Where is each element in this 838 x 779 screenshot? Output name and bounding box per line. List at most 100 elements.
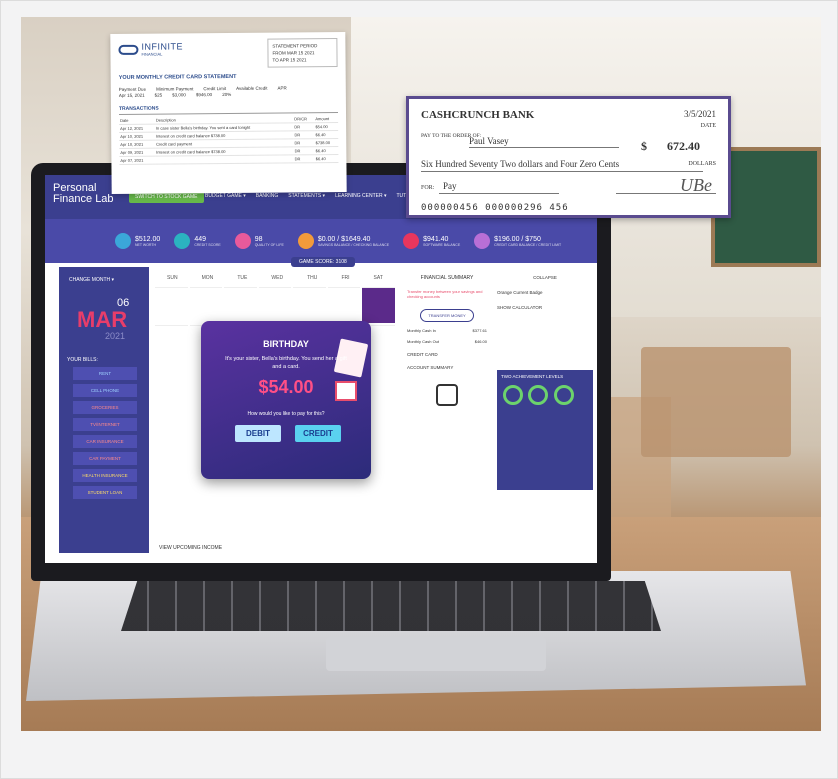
month-sidebar: CHANGE MONTH ▾ 06 MAR 2021 YOUR BILLS: R…: [59, 267, 149, 553]
menu-learning-center[interactable]: LEARNING CENTER ▾: [335, 193, 386, 199]
cash-in-value: $377.61: [472, 328, 487, 333]
menu-banking[interactable]: BANKING: [256, 193, 279, 199]
badge-label: Orange Current Badge: [497, 290, 543, 295]
credit-card-link[interactable]: CREDIT CARD: [407, 352, 487, 357]
view-upcoming-income-link[interactable]: VIEW UPCOMING INCOME: [159, 545, 222, 551]
laptop-lid: Personal Finance Lab SWITCH TO STOCK GAM…: [31, 163, 611, 581]
stat-value: 449: [194, 235, 206, 243]
account-summary-link[interactable]: ACCOUNT SUMMARY: [407, 365, 487, 370]
stat-label: CREDIT CARD BALANCE / CREDIT LIMIT: [494, 242, 562, 247]
achievement-title: TWO ACHIEVEMENT LEVELS: [501, 374, 564, 379]
check-date: 3/5/2021: [683, 109, 716, 119]
calendar-day[interactable]: [189, 287, 223, 323]
calendar-day[interactable]: [155, 287, 188, 323]
summary-value: $25: [154, 92, 163, 98]
calendar-day[interactable]: [293, 287, 326, 323]
summary-value: Apr 15, 2021: [118, 92, 145, 98]
birthday-popup: BIRTHDAY It's your sister, Bella's birth…: [201, 321, 371, 479]
bills-list: RENT CELL PHONE GROCERIES TV/INTERNET CA…: [73, 367, 137, 503]
menu-budget-game[interactable]: BUDGET GAME ▾: [205, 193, 246, 199]
from-label: FROM: [272, 50, 286, 56]
stat-credit-card: $196.00 / $750 CREDIT CARD BALANCE / CRED…: [474, 233, 561, 249]
gift-icon: [335, 381, 357, 401]
bill-student-loan[interactable]: STUDENT LOAN: [73, 486, 137, 499]
stat-label: NET WORTH: [135, 242, 157, 247]
popup-title: BIRTHDAY: [263, 339, 309, 349]
collapse-button[interactable]: COLLAPSE: [497, 275, 593, 280]
calendar-day[interactable]: [155, 325, 188, 361]
payee-line: [469, 147, 619, 148]
show-calculator-button[interactable]: SHOW CALCULATOR: [497, 305, 593, 310]
stat-label: SAVINGS BALANCE / CHECKING BALANCE: [317, 242, 390, 247]
credit-card-icon: [474, 233, 491, 249]
check-amount: 672.40: [667, 139, 700, 153]
payee-name: Paul Vasey: [469, 136, 509, 146]
stat-net-worth: $512.00 NET WORTH: [115, 233, 160, 249]
quality-of-life-icon: [234, 233, 251, 249]
micr-line: 000000456 000000296 456: [421, 203, 569, 213]
stat-value: $0.00 / $1649.40: [317, 235, 371, 243]
calendar-day-selected[interactable]: [362, 287, 395, 323]
weekday: THU: [307, 275, 318, 281]
to-date: APR 15 2021: [279, 57, 307, 63]
for-label: FOR:: [421, 185, 435, 191]
cash-in-label: Monthly Cash In: [407, 328, 436, 333]
cell: DR: [293, 146, 315, 155]
dollar-sign: $: [641, 139, 647, 153]
signature-line: [616, 193, 716, 194]
memo-line: [439, 193, 559, 194]
stat-quality-of-life: 98 QUALITY OF LIFE: [234, 233, 284, 249]
stat-credit-score: 449 CREDIT SCORE: [174, 233, 221, 249]
laptop-keyboard: [121, 581, 661, 631]
stat-value: $512.00: [135, 235, 161, 243]
popup-text: It's your sister, Bella's birthday. You …: [225, 356, 347, 370]
cell: [155, 154, 294, 165]
stat-value: $196.00 / $750: [494, 235, 541, 243]
table-row: Apr 07, 2021 DR $6.40: [119, 154, 339, 165]
weekday: TUE: [237, 275, 248, 281]
cell: $6.40: [314, 130, 339, 139]
piggy-bank-icon: [297, 233, 314, 249]
cell: $6.40: [314, 146, 339, 155]
calendar-weekdays: SUN MON TUE WED THU FRI SAT: [155, 275, 395, 281]
bill-car-insurance[interactable]: CAR INSURANCE: [73, 435, 137, 448]
debit-button[interactable]: DEBIT: [235, 425, 281, 442]
calendar-day[interactable]: [224, 287, 257, 323]
bill-cell-phone[interactable]: CELL PHONE: [73, 384, 137, 397]
date-label: DATE: [700, 123, 716, 129]
summary-header: APR: [277, 85, 287, 91]
right-panel: COLLAPSE Orange Current Badge SHOW CALCU…: [497, 275, 593, 545]
menu-statements[interactable]: STATEMENTS ▾: [288, 193, 325, 199]
summary-header: Credit Limit: [203, 86, 227, 92]
balance-icon: [403, 233, 420, 249]
bill-car-payment[interactable]: CAR PAYMENT: [73, 452, 137, 465]
bill-health-insurance[interactable]: HEALTH INSURANCE: [73, 469, 137, 482]
transactions-table: Date Description DR/CR Amount Apr 12, 20…: [119, 115, 339, 165]
calendar-day[interactable]: [258, 287, 292, 323]
weekday: SAT: [373, 275, 383, 281]
summary-header: Available Credit: [236, 85, 268, 91]
laptop-trackpad: [326, 637, 546, 671]
stat-software-balance: $941.40 SOFTWARE BALANCE: [403, 233, 460, 249]
amount-in-words: Six Hundred Seventy Two dollars and Four…: [421, 159, 620, 169]
calendar-day[interactable]: [327, 287, 361, 323]
change-month-dropdown[interactable]: CHANGE MONTH ▾: [59, 267, 149, 293]
weekday: MON: [201, 275, 214, 281]
app-logo[interactable]: Personal Finance Lab: [53, 182, 114, 205]
cell: DR: [293, 122, 315, 131]
logo-line2: Finance Lab: [53, 193, 114, 205]
cell: $54.00: [314, 122, 339, 131]
dice-icon[interactable]: [436, 384, 458, 406]
infinity-logo-icon: [118, 44, 139, 55]
change-month-label: CHANGE MONTH: [69, 277, 111, 283]
game-score: GAME SCORE: 3108: [291, 257, 355, 267]
weekday: SUN: [167, 275, 178, 281]
transfer-money-button[interactable]: TRANSFER MONEY: [420, 309, 474, 322]
check-memo: Pay: [443, 181, 457, 191]
bill-rent[interactable]: RENT: [73, 367, 137, 380]
cash-out-label: Monthly Cash Out: [407, 339, 440, 344]
summary-header: Minimum Payment: [156, 86, 194, 92]
bill-groceries[interactable]: GROCERIES: [73, 401, 137, 414]
credit-button[interactable]: CREDIT: [295, 425, 341, 442]
bill-tv-internet[interactable]: TV/INTERNET: [73, 418, 137, 431]
